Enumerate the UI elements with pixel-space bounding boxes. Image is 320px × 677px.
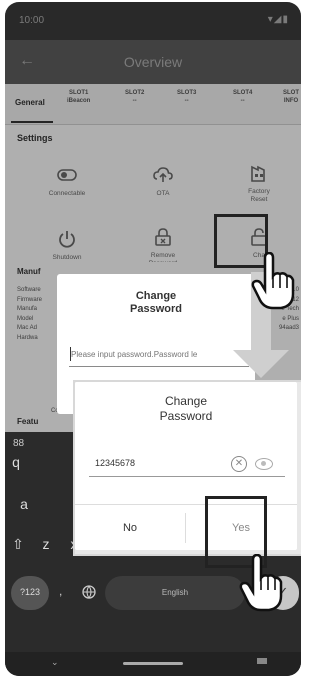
- clear-icon[interactable]: ✕: [231, 456, 247, 472]
- pointing-hand-icon: [251, 252, 295, 310]
- space-bar[interactable]: English: [105, 576, 245, 610]
- keyboard-switch-icon[interactable]: [257, 658, 267, 664]
- text-caret: [70, 347, 71, 361]
- dialog-title: Change Password: [159, 394, 213, 423]
- numbers-key[interactable]: ?123: [11, 576, 49, 610]
- dialog-title: Change Password: [130, 290, 182, 315]
- tutorial-arrow-head: [233, 350, 289, 378]
- keyboard-apps-icon[interactable]: 88: [13, 438, 24, 449]
- space-label: English: [161, 588, 189, 597]
- password-input[interactable]: [69, 344, 249, 364]
- system-nav-bar: ⌄: [5, 652, 301, 676]
- shift-key[interactable]: ⇧: [5, 536, 31, 553]
- home-pill[interactable]: [123, 662, 183, 665]
- nav-back-icon[interactable]: ⌄: [51, 657, 59, 668]
- eye-icon[interactable]: [255, 458, 273, 470]
- key-q[interactable]: q: [5, 454, 29, 470]
- pointing-hand-icon: [239, 554, 283, 612]
- key-z[interactable]: z: [33, 536, 59, 552]
- password-value: 12345678: [95, 458, 136, 468]
- phone-frame: 10:00 ▾◢▮ ← Overview General SLOT1 iBeaco…: [5, 2, 301, 676]
- no-button[interactable]: No: [75, 505, 185, 551]
- key-a[interactable]: a: [11, 496, 37, 512]
- numbers-key-label: ?123: [19, 587, 41, 597]
- globe-icon[interactable]: [81, 584, 97, 600]
- comma-key[interactable]: ,: [59, 584, 62, 598]
- password-field[interactable]: [69, 344, 249, 367]
